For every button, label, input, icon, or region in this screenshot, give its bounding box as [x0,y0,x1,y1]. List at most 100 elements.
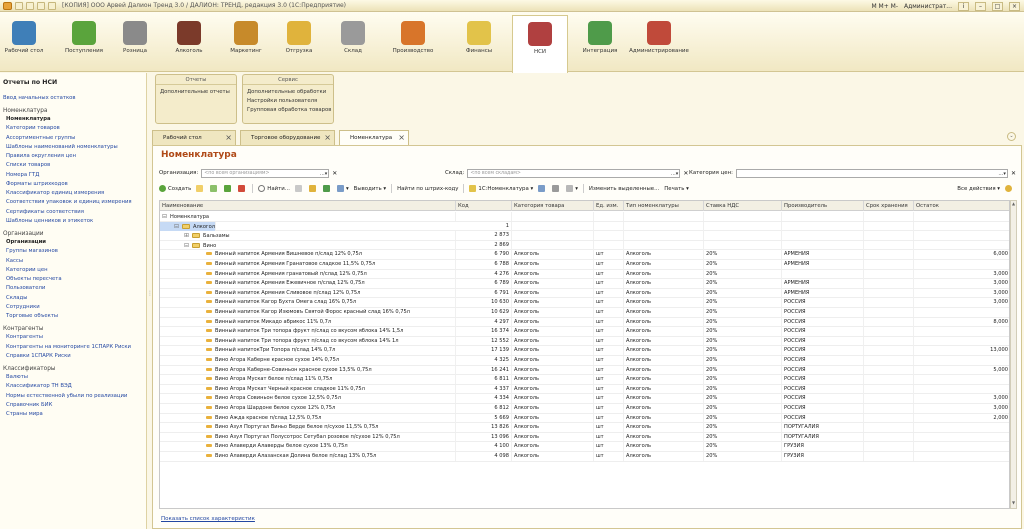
print-button[interactable]: Печать ▾ [664,186,689,192]
sidebar-item[interactable]: Категории товаров [3,124,146,133]
table-row[interactable]: Вино Агора Шардоне белое сухое 12% 0,75л… [160,404,1009,414]
dropdown-icon[interactable]: …▾ [998,170,1006,178]
table-row[interactable]: Винный напиток Армения Ежевичное п/слад … [160,279,1009,289]
sidebar-item[interactable]: Организации [3,238,146,247]
info-icon[interactable]: i [958,1,969,11]
sidebar-item[interactable]: Контрагенты [3,333,146,342]
column-header[interactable]: Категория товара [512,201,594,211]
user-settings-link[interactable]: Настройки пользователя [247,97,329,106]
table-row[interactable]: Винный напиток Армения Сливовое п/слад 1… [160,288,1009,299]
collapse-icon[interactable]: ⌄ [1007,132,1016,141]
create-group-button[interactable] [196,185,205,192]
table-row[interactable]: Винный напиток Кагор Изюмовъ Святой Форо… [160,308,1009,318]
table-row[interactable]: Вино Азул Португал Виньо Верде белое п/с… [160,423,1009,433]
table-row[interactable]: Вино Агора Каберне красное сухое 14% 0,7… [160,356,1009,366]
close-icon[interactable]: × [398,131,405,145]
report-button[interactable] [552,185,561,192]
sidebar-item[interactable]: Кассы [3,257,146,266]
output-button[interactable]: Выводить ▾ [354,186,386,192]
sidebar-item[interactable]: Категории цен [3,266,146,275]
section-1[interactable]: Рабочий стол [0,15,48,71]
column-header[interactable]: Тип номенклатуры [624,201,704,211]
sidebar-item[interactable]: Номера ГТД [3,171,146,180]
group-processing-link[interactable]: Групповая обработка товаров [247,106,331,115]
clear-icon[interactable]: ✕ [1011,170,1016,177]
close-icon[interactable]: × [225,131,232,145]
tab-trade-equipment[interactable]: Торговое оборудование × [240,130,335,145]
table-row[interactable]: ⊞ Бальзамы 2 873 [160,231,1009,241]
sidebar-item[interactable]: Торговые объекты [3,312,146,321]
table-row[interactable]: Винный напиток Микадо абрикос 11% 0,7л 4 … [160,317,1009,328]
help-button[interactable] [1005,185,1014,192]
table-row[interactable]: ⊟ Вино 2 869 [160,240,1009,251]
sidebar-item[interactable]: Списки товаров [3,161,146,170]
sidebar-item[interactable]: Классификатор единиц измерения [3,189,146,198]
sidebar-item[interactable]: Сертификаты соответствия [3,208,146,217]
section-2[interactable]: Поступления [55,15,113,71]
table-row[interactable]: Вино Ажда красное п/слад 12,5% 0,75л 5 66… [160,413,1009,424]
column-header[interactable]: Производитель [782,201,864,211]
column-header[interactable]: Остаток [914,201,1009,211]
column-header[interactable]: Ставка НДС [704,201,782,211]
table-row[interactable]: Вино Агора Мускат белое п/слад 11% 0,75л… [160,375,1009,385]
sidebar-item[interactable]: Нормы естественной убыли по реализации [3,392,146,401]
column-header[interactable]: Наименование [160,201,456,211]
additional-reports-link[interactable]: Дополнительные отчеты [160,88,232,97]
change-selected-button[interactable]: Изменить выделенные... [589,186,659,192]
delete-button[interactable] [238,185,247,192]
tree-button[interactable] [308,185,318,192]
sidebar-item[interactable]: Валюты [3,373,146,382]
tab-desktop[interactable]: Рабочий стол × [152,130,236,145]
sidebar-item[interactable]: Номенклатура [3,115,146,124]
clear-icon[interactable]: ✕ [683,170,688,177]
vertical-scrollbar[interactable]: ▲ ▼ [1010,200,1017,509]
close-button[interactable]: × [1009,1,1020,11]
forward-icon[interactable] [26,1,34,10]
sidebar-item[interactable]: Пользователи [3,284,146,293]
column-header[interactable]: Ед. изм. [594,201,624,211]
home-icon[interactable] [37,1,45,10]
menu-icon[interactable] [48,1,56,10]
section-3[interactable]: Розница [109,15,161,71]
sidebar-item[interactable]: Форматы штрихкодов [3,180,146,189]
expand-icon[interactable]: ⊟ [162,212,168,221]
section-8[interactable]: Производство [381,15,445,71]
sidebar-item[interactable]: Шаблоны ценников и этикеток [3,217,146,226]
table-row[interactable]: Винный напиток Армения гранатовый п/слад… [160,269,1009,280]
table-row[interactable]: Винный напиток Три топора фрукт п/слад с… [160,327,1009,337]
scroll-up-icon[interactable]: ▲ [1011,201,1016,209]
scroll-down-icon[interactable]: ▼ [1011,500,1016,508]
nomenclature-1c-button[interactable]: 1С:Номенклатура ▾ [469,185,533,192]
sidebar-item[interactable]: Сотрудники [3,303,146,312]
panel-splitter[interactable]: ⋮ [147,290,153,310]
sidebar-link-initial-balances[interactable]: Ввод начальных остатков [3,94,146,103]
list-button[interactable]: ▾ [336,185,349,192]
sidebar-item[interactable]: Ассортиментные группы [3,134,146,143]
sidebar-item[interactable]: Контрагенты на мониторинге 1СПАРК Риски [3,343,146,352]
expand-icon[interactable]: ⊟ [174,222,180,231]
organization-input[interactable]: <по всем организациям> …▾ [201,168,330,178]
barcode-search-button[interactable]: Найти по штрих-коду [397,186,458,192]
table-row[interactable]: Вино Агора Каберне-Совиньон красное сухо… [160,365,1009,376]
find-button[interactable]: Найти... [258,185,290,192]
section-9[interactable]: Финансы [448,15,510,71]
section-4[interactable]: Алкоголь [163,15,215,71]
table-row[interactable]: ⊟ Алкоголь 1 [160,221,1009,232]
attach-button[interactable]: ▾ [566,185,578,192]
sidebar-item[interactable]: Справки 1СПАРК Риски [3,352,146,361]
sidebar-item[interactable]: Соответствия упаковок и единиц измерения [3,198,146,207]
edit-button[interactable] [224,185,233,192]
section-11[interactable]: Интеграция [572,15,628,71]
user-name[interactable]: Администрат... [904,3,952,10]
table-row[interactable]: Винный напитокТри Топора п/слад 14% 0,7л… [160,346,1009,356]
table-row[interactable]: Винный напиток Кагор Бухта Омега слад 16… [160,298,1009,308]
column-header[interactable]: Код [456,201,512,211]
dropdown-icon[interactable]: …▾ [671,170,679,178]
sidebar-item[interactable]: Справочник БИК [3,401,146,410]
maximize-button[interactable]: □ [992,1,1003,11]
table-row[interactable]: Вино Агора Совиньон белое сухое 12,5% 0,… [160,394,1009,404]
sidebar-item[interactable]: Группы магазинов [3,247,146,256]
table-row[interactable]: Винный напиток Армения Гранатовое сладко… [160,260,1009,270]
sidebar-title[interactable]: Отчеты по НСИ [3,79,146,86]
sidebar-item[interactable]: Правила округления цен [3,152,146,161]
